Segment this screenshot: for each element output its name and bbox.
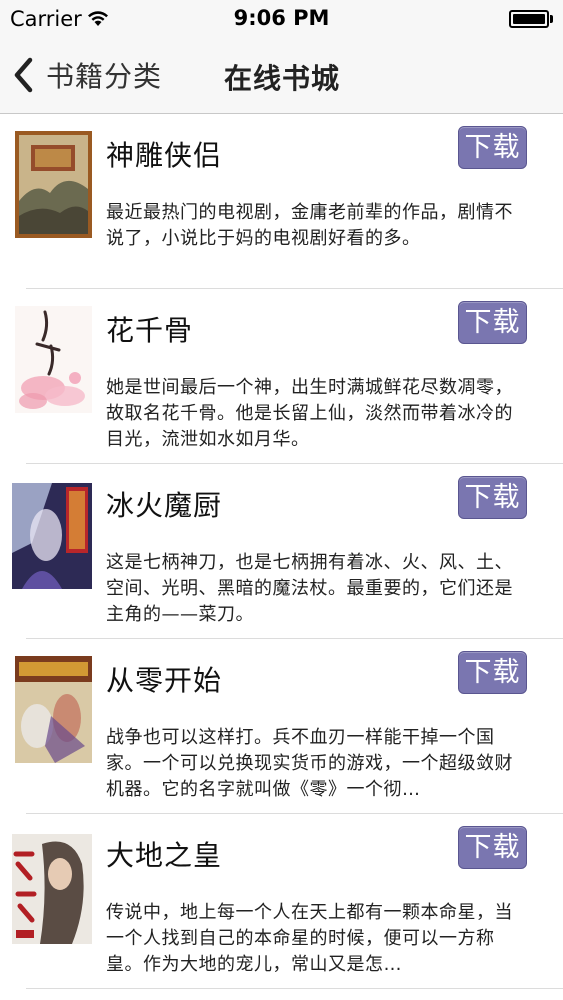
book-description: 最近最热门的电视剧，金庸老前辈的作品，剧情不说了，小说比于妈的电视剧好看的多。: [106, 202, 513, 249]
book-description: 这是七柄神刀，也是七柄拥有着冰、火、风、土、空间、光明、黑暗的魔法杖。最重要的，…: [106, 552, 513, 625]
book-description: 她是世间最后一个神，出生时满城鲜花尽数凋零，故取名花千骨。他是长留上仙，淡然而带…: [106, 377, 513, 450]
download-button[interactable]: 下载: [458, 651, 527, 694]
book-description: 传说中，地上每一个人在天上都有一颗本命星，当一个人找到自己的本命星的时候，便可以…: [106, 902, 513, 975]
book-title: 花千骨: [106, 314, 194, 347]
list-item[interactable]: 冰火魔厨 下载 这是七柄神刀，也是七柄拥有着冰、火、风、土、空间、光明、黑暗的魔…: [0, 464, 563, 639]
book-title: 大地之皇: [106, 839, 223, 872]
book-title: 神雕侠侣: [106, 139, 223, 172]
download-button[interactable]: 下载: [458, 126, 527, 169]
book-list: 神雕侠侣 下载 最近最热门的电视剧，金庸老前辈的作品，剧情不说了，小说比于妈的电…: [0, 114, 563, 989]
list-item[interactable]: 神雕侠侣 下载 最近最热门的电视剧，金庸老前辈的作品，剧情不说了，小说比于妈的电…: [0, 114, 563, 289]
download-button[interactable]: 下载: [458, 476, 527, 519]
list-item[interactable]: 从零开始 下载 战争也可以这样打。兵不血刃一样能干掉一个国家。一个可以兑换现实货…: [0, 639, 563, 814]
list-item[interactable]: 大地之皇 下载 传说中，地上每一个人在天上都有一颗本命星，当一个人找到自己的本命…: [0, 814, 563, 989]
navigation-bar: 书籍分类 在线书城: [0, 38, 563, 114]
book-cover: [15, 131, 92, 238]
download-button[interactable]: 下载: [458, 826, 527, 869]
status-time: 9:06 PM: [233, 6, 330, 30]
book-cover: [15, 306, 92, 413]
row-divider: [26, 988, 563, 989]
book-title: 从零开始: [106, 664, 223, 697]
download-button[interactable]: 下载: [458, 301, 527, 344]
page-title: 在线书城: [224, 62, 341, 95]
book-title: 冰火魔厨: [106, 489, 223, 522]
back-label: 书籍分类: [46, 60, 163, 93]
battery-icon: [509, 10, 553, 28]
book-description: 战争也可以这样打。兵不血刃一样能干掉一个国家。一个可以兑换现实货币的游戏，一个超…: [106, 727, 513, 800]
book-cover: [15, 656, 92, 763]
status-bar: Carrier 9:06 PM: [0, 0, 563, 38]
chevron-left-icon: [14, 57, 33, 93]
back-button[interactable]: 书籍分类: [12, 54, 162, 96]
list-item[interactable]: 花千骨 下载 她是世间最后一个神，出生时满城鲜花尽数凋零，故取名花千骨。他是长留…: [0, 289, 563, 464]
book-cover: [12, 483, 92, 589]
book-cover: [12, 834, 92, 944]
